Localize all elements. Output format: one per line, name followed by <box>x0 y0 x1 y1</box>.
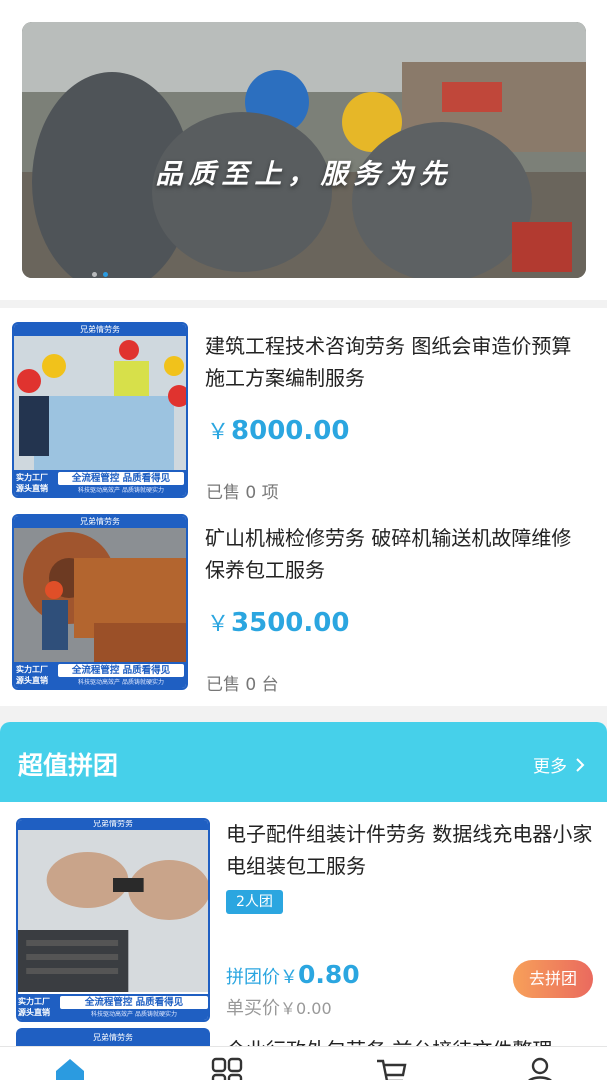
single-price: 单买价￥0.00 <box>226 994 332 1020</box>
product-sold-count: 已售 0 项 <box>206 483 279 503</box>
price-value: 8000.00 <box>231 416 350 446</box>
thumb-badge-left: 实力工厂 源头直销 <box>16 473 48 493</box>
thumb-brand: 兄弟情劳务 <box>14 516 186 528</box>
product-thumbnail[interactable]: 兄弟情劳务 实力工厂 源头直销 全流程管控 品质看得见 科技驱动高效产 品质铸就… <box>12 514 188 690</box>
banner-carousel[interactable]: 品质至上，服务为先 <box>22 22 586 278</box>
single-price-label: 单买价 <box>226 998 280 1019</box>
thumb-brand: 兄弟情劳务 <box>14 324 186 336</box>
group-buy-title: 超值拼团 <box>18 751 119 780</box>
product-card[interactable]: 兄弟情劳务 实力工厂 源头直销 全流程管控 品质看得见 科技驱动高效产 品质铸就… <box>0 514 607 706</box>
group-price: 拼团价￥0.80 <box>226 960 360 989</box>
carousel-indicator <box>92 272 108 277</box>
thumb-brand: 兄弟情劳务 <box>18 820 208 830</box>
price-symbol: ￥ <box>207 420 230 445</box>
thumb-badge: 实力工厂 源头直销 全流程管控 品质看得见 科技驱动高效产 品质铸就硬实力 <box>18 994 208 1020</box>
product-price: ￥3500.00 <box>207 606 349 638</box>
group-buy-section: 超值拼团 更多 兄弟情劳务 实力工厂 源头直销 全流程管控 品质看得见 科技驱动… <box>0 722 607 1080</box>
join-group-button[interactable]: 去拼团 <box>513 960 593 998</box>
thumb-frame: 兄弟情劳务 实力工厂 源头直销 全流程管控 品质看得见 科技驱动高效产 品质铸就… <box>18 820 208 1020</box>
thumb-badge: 实力工厂 源头直销 全流程管控 品质看得见 科技驱动高效产 品质铸就硬实力 <box>14 470 186 496</box>
thumb-badge-sub: 科技驱动高效产 品质铸就硬实力 <box>78 487 164 494</box>
product-card[interactable]: 兄弟情劳务 实力工厂 源头直销 全流程管控 品质看得见 科技驱动高效产 品质铸就… <box>0 322 607 514</box>
thumb-photo <box>14 528 186 666</box>
price-value: 3500.00 <box>231 608 350 638</box>
cart-icon <box>377 1059 407 1080</box>
tab-category[interactable] <box>209 1055 245 1080</box>
chevron-right-icon <box>576 757 585 772</box>
thumb-photo <box>14 336 186 474</box>
thumb-badge-left: 实力工厂 源头直销 <box>16 665 48 685</box>
tab-profile[interactable] <box>522 1055 558 1080</box>
product-title[interactable]: 矿山机械检修劳务 破碎机输送机故障维修保养包工服务 <box>205 522 590 586</box>
product-thumbnail[interactable]: 兄弟情劳务 实力工厂 源头直销 全流程管控 品质看得见 科技驱动高效产 品质铸就… <box>12 322 188 498</box>
product-price: ￥8000.00 <box>207 414 349 446</box>
thumb-photo <box>18 830 208 992</box>
group-price-value: 0.80 <box>298 960 360 989</box>
carousel-dot-active[interactable] <box>103 272 108 277</box>
thumb-badge-right: 全流程管控 品质看得见 <box>58 664 184 677</box>
product-list: 兄弟情劳务 实力工厂 源头直销 全流程管控 品质看得见 科技驱动高效产 品质铸就… <box>0 308 607 706</box>
product-sold-count: 已售 0 台 <box>206 675 279 695</box>
group-buy-header: 超值拼团 更多 <box>0 722 607 802</box>
group-price-symbol: ￥ <box>280 967 298 988</box>
thumb-badge-sub: 科技驱动高效产 品质铸就硬实力 <box>78 679 164 686</box>
banner-photo <box>22 22 586 278</box>
thumb-badge-left: 实力工厂 源头直销 <box>18 997 50 1017</box>
more-label: 更多 <box>533 757 567 777</box>
banner-section: 品质至上，服务为先 <box>0 0 607 300</box>
group-price-label: 拼团价 <box>226 967 280 988</box>
thumb-brand: 兄弟情劳务 <box>93 1033 133 1042</box>
thumb-badge-sub: 科技驱动高效产 品质铸就硬实力 <box>91 1011 177 1018</box>
more-link[interactable]: 更多 <box>533 752 585 777</box>
bottom-tab-bar <box>0 1046 607 1080</box>
group-item-title[interactable]: 电子配件组装计件劳务 数据线充电器小家电组装包工服务 <box>226 818 596 882</box>
thumb-badge-right: 全流程管控 品质看得见 <box>60 996 208 1009</box>
thumb-badge: 实力工厂 源头直销 全流程管控 品质看得见 科技驱动高效产 品质铸就硬实力 <box>14 662 186 688</box>
group-buy-card[interactable]: 兄弟情劳务 实力工厂 源头直销 全流程管控 品质看得见 科技驱动高效产 品质铸就… <box>0 818 607 1028</box>
thumb-badge-right: 全流程管控 品质看得见 <box>58 472 184 485</box>
price-symbol: ￥ <box>207 612 230 637</box>
category-icon <box>211 1057 243 1080</box>
banner-slogan: 品质至上，服务为先 <box>155 159 453 190</box>
home-icon <box>56 1059 84 1080</box>
tab-home[interactable] <box>52 1055 88 1080</box>
group-size-badge: 2人团 <box>226 890 283 914</box>
product-title[interactable]: 建筑工程技术咨询劳务 图纸会审造价预算施工方案编制服务 <box>205 330 590 394</box>
carousel-dot[interactable] <box>92 272 97 277</box>
single-price-value: ￥0.00 <box>280 999 332 1018</box>
app-page: 品质至上，服务为先 兄弟情劳务 实力工厂 源头直销 全流程管控 品质看得见 科技… <box>0 0 607 1080</box>
group-item-thumbnail[interactable]: 兄弟情劳务 实力工厂 源头直销 全流程管控 品质看得见 科技驱动高效产 品质铸就… <box>16 818 210 1022</box>
tab-cart[interactable] <box>373 1055 409 1080</box>
profile-icon <box>528 1057 552 1080</box>
